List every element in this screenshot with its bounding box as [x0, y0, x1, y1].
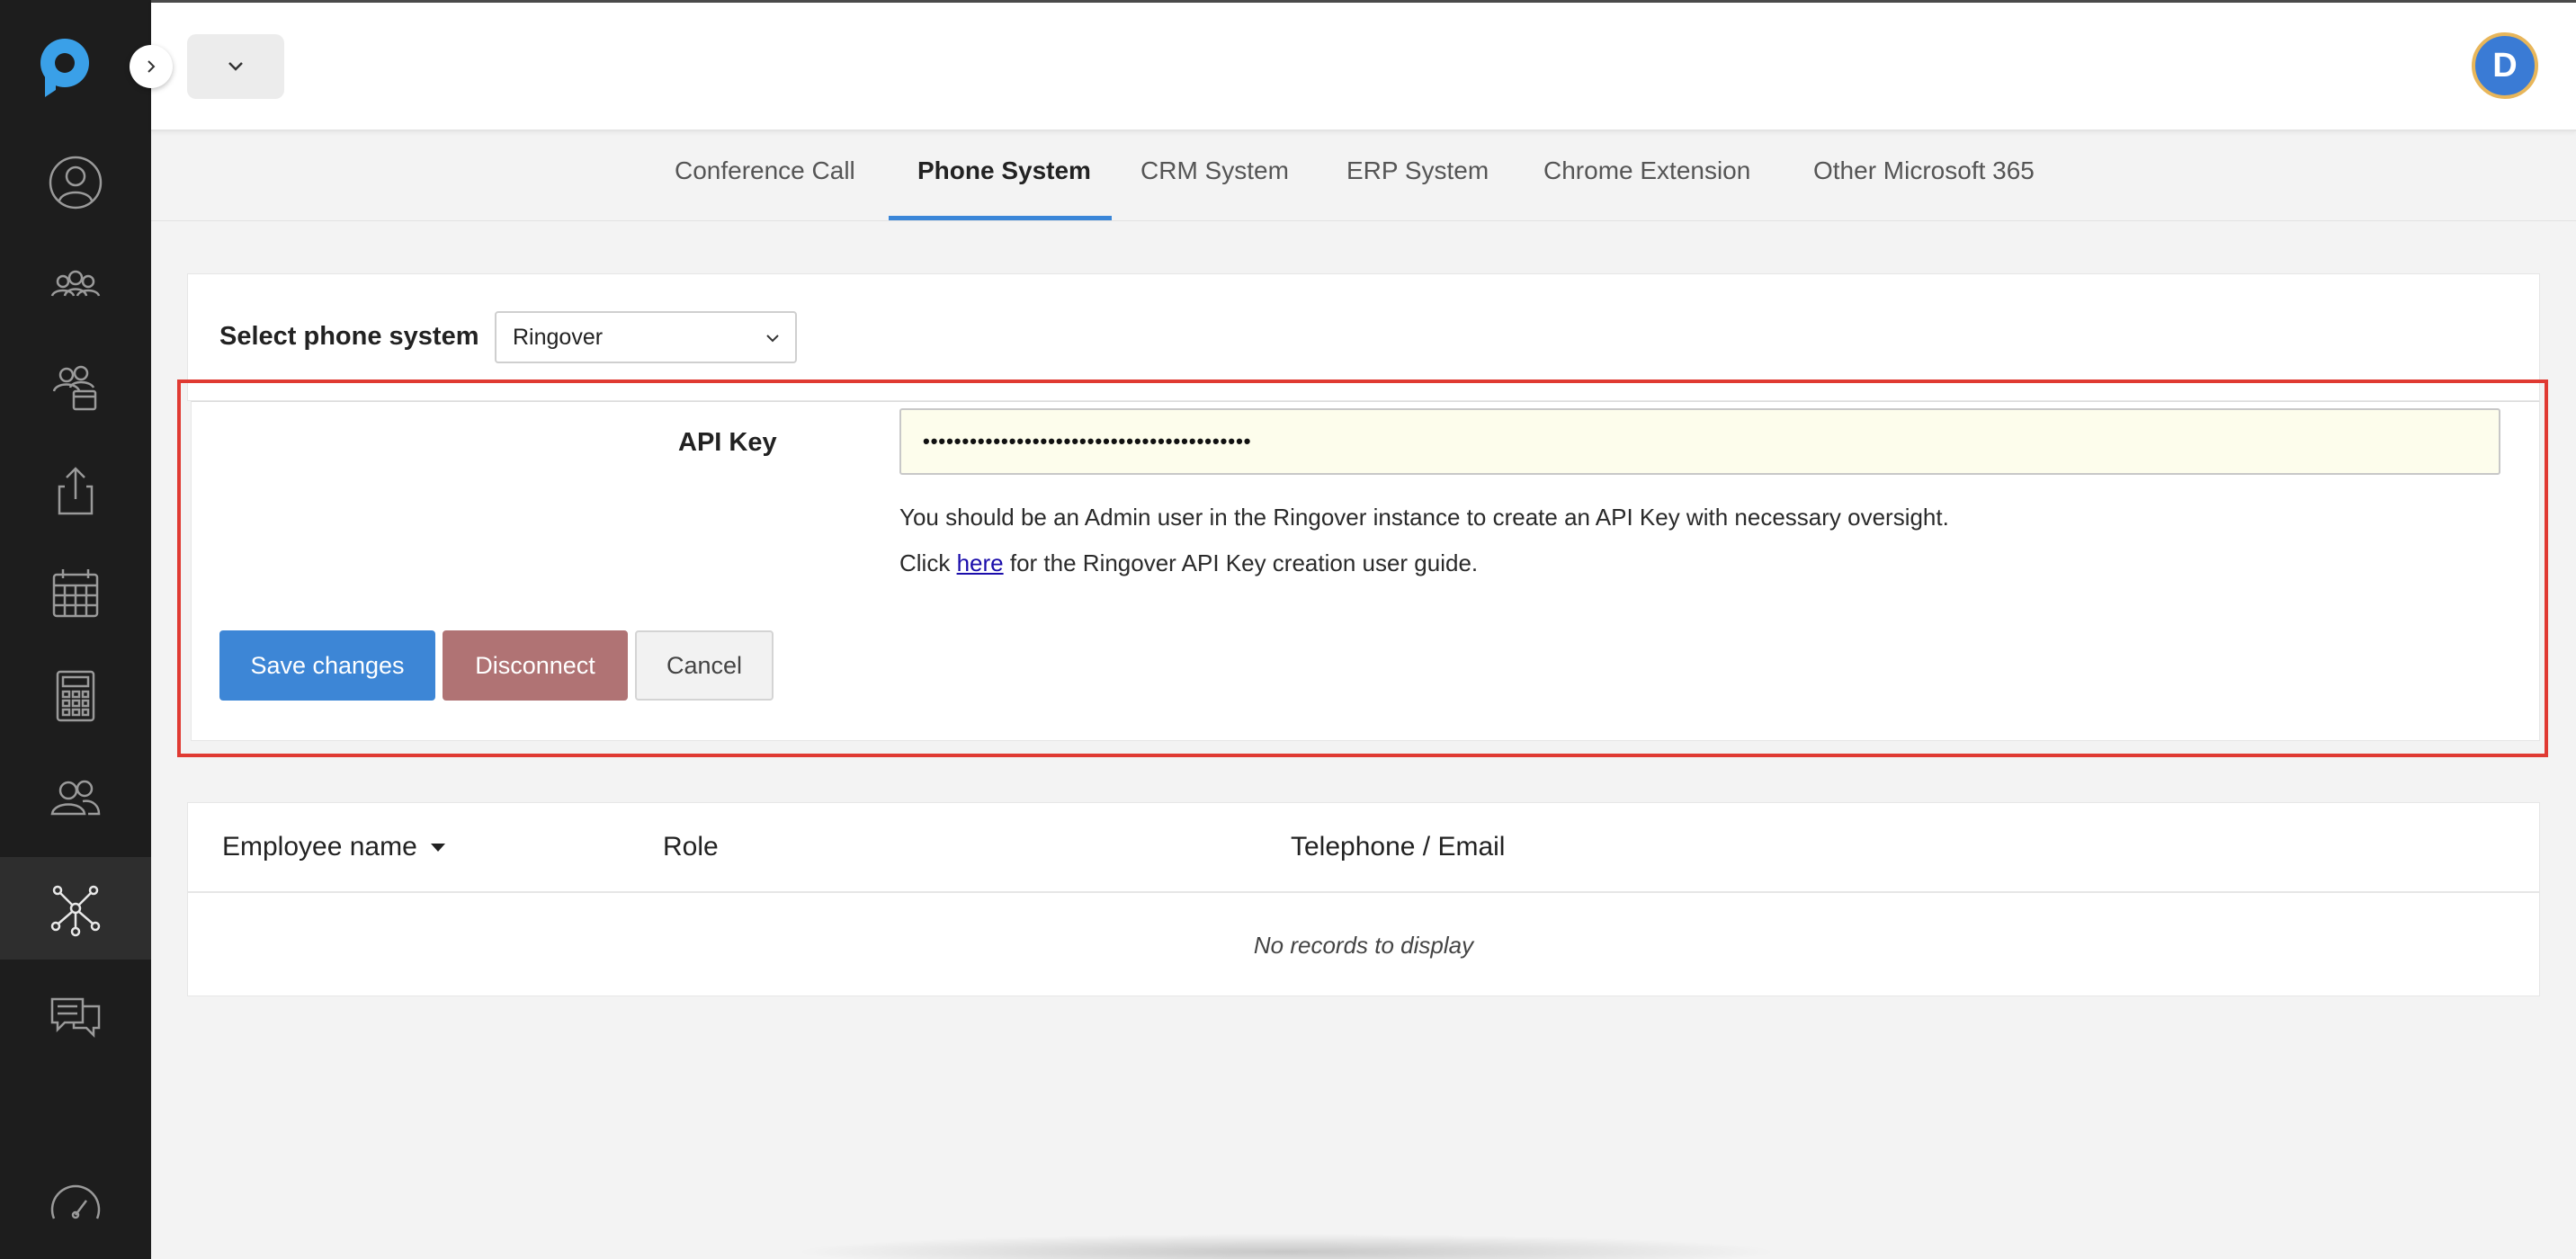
user-circle-icon: [49, 156, 103, 210]
app-logo[interactable]: [32, 34, 95, 99]
sort-down-icon: [431, 844, 446, 853]
tab-other-microsoft-365[interactable]: Other Microsoft 365: [1813, 156, 2035, 185]
tab-crm-system[interactable]: CRM System: [1140, 156, 1289, 185]
calculator-icon: [56, 670, 95, 722]
sidebar-item-people[interactable]: [0, 746, 151, 849]
chat-bubbles-icon: [50, 997, 101, 1039]
api-key-label: API Key: [678, 428, 777, 457]
active-tab-indicator: [889, 216, 1112, 220]
table-header: Employee name Role Telephone / Email: [188, 803, 2539, 893]
group-icon: [50, 270, 101, 297]
tab-chrome-extension[interactable]: Chrome Extension: [1543, 156, 1750, 185]
sidebar-item-calculator[interactable]: [0, 644, 151, 746]
tab-erp-system[interactable]: ERP System: [1346, 156, 1489, 185]
sidebar-item-profile[interactable]: [0, 131, 151, 234]
disconnect-button[interactable]: Disconnect: [443, 630, 628, 701]
sidebar-item-dashboard[interactable]: [0, 1156, 151, 1259]
sidebar: [0, 0, 151, 1259]
tab-conference-call[interactable]: Conference Call: [675, 156, 855, 185]
phone-system-selected-value: Ringover: [513, 325, 604, 350]
integration-tabs: Conference Call Phone System CRM System …: [151, 133, 2576, 221]
guide-link[interactable]: here: [957, 549, 1004, 576]
people-icon: [50, 780, 101, 816]
sidebar-collapse-button[interactable]: [130, 45, 173, 88]
avatar-initial: D: [2492, 46, 2518, 85]
sidebar-item-groups[interactable]: [0, 234, 151, 336]
top-bar: D: [151, 0, 2576, 131]
chevron-right-icon: [148, 60, 156, 73]
user-avatar[interactable]: D: [2472, 32, 2538, 99]
dashboard-gauge-icon: [50, 1184, 101, 1219]
chevron-down-icon: [228, 62, 243, 71]
tab-phone-system[interactable]: Phone System: [917, 156, 1091, 185]
column-employee-name-label: Employee name: [222, 832, 417, 862]
column-role[interactable]: Role: [663, 832, 719, 862]
select-phone-system-label: Select phone system: [219, 322, 479, 351]
org-selector-dropdown[interactable]: [187, 34, 284, 99]
help-click-text: Click: [899, 549, 951, 576]
help-rest-text: for the Ringover API Key creation user g…: [1009, 549, 1479, 576]
column-telephone-email[interactable]: Telephone / Email: [1291, 832, 1505, 862]
phone-system-select[interactable]: Ringover: [495, 311, 797, 363]
integrations-network-icon: [50, 885, 101, 937]
employee-table: Employee name Role Telephone / Email No …: [187, 802, 2540, 996]
save-changes-button[interactable]: Save changes: [219, 630, 435, 701]
sidebar-item-share[interactable]: [0, 439, 151, 541]
share-upload-icon: [58, 467, 94, 515]
calendar-icon: [52, 569, 99, 618]
sidebar-item-calendar[interactable]: [0, 541, 151, 644]
api-key-guide-text: Click here for the Ringover API Key crea…: [899, 549, 1478, 577]
chevron-down-icon: [766, 335, 779, 343]
api-key-help-text: You should be an Admin user in the Ringo…: [899, 504, 1949, 531]
cancel-button[interactable]: Cancel: [635, 630, 774, 701]
sidebar-item-team-schedule[interactable]: [0, 336, 151, 439]
bottom-shadow: [792, 1234, 1781, 1259]
team-calendar-icon: [52, 365, 97, 411]
column-employee-name[interactable]: Employee name: [222, 832, 446, 862]
empty-state-row: No records to display: [1253, 931, 1474, 959]
sidebar-item-integrations[interactable]: [0, 857, 151, 960]
sidebar-item-messages[interactable]: [0, 964, 151, 1067]
api-key-input[interactable]: ••••••••••••••••••••••••••••••••••••••••…: [899, 408, 2500, 475]
